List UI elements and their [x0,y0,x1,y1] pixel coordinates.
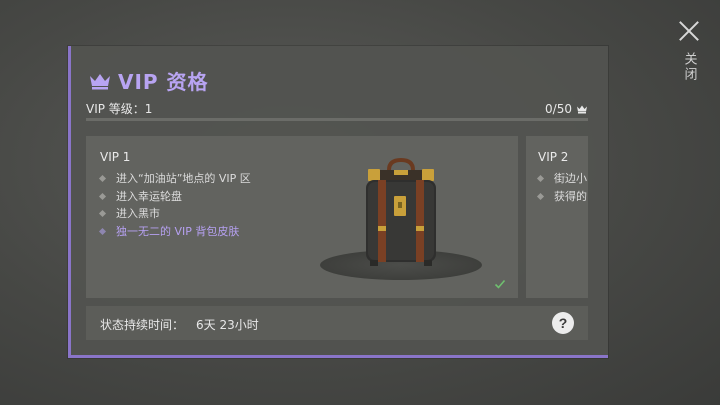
vip-progress-bar [86,118,588,121]
perk-item: 进入“加油站”地点的 VIP 区 [98,170,251,188]
perk-text: 进入幸运轮盘 [116,189,182,203]
close-label[interactable]: 关闭 [680,52,699,82]
perk-text: 独一无二的 VIP 背包皮肤 [116,224,240,238]
vip-level-row: VIP 等级：1 0/50 [86,100,588,117]
status-duration-value: 6天 23小时 [196,318,259,332]
perk-text: 获得的 [554,189,587,203]
perk-text: 街边小 [554,172,587,185]
perk-item: 街边小 [536,170,587,188]
crown-icon [577,105,587,113]
close-icon[interactable] [678,20,700,42]
tier-perk-list: 进入“加油站”地点的 VIP 区 进入幸运轮盘 进入黑市 独一无二的 VIP 背… [98,170,251,241]
vip-level-label: VIP 等级：1 [86,102,153,116]
status-duration: 状态持续时间： 6天 23小时 [100,316,259,333]
bullet-icon [98,210,107,218]
bullet-icon [536,192,545,200]
crown-icon [90,73,110,89]
perk-item: 进入幸运轮盘 [98,188,251,206]
panel-header: VIP 资格 [88,66,209,95]
vip-points-label: 0/50 [545,101,572,116]
bullet-icon [98,192,107,200]
panel-title: VIP 资格 [118,70,209,94]
bullet-icon [98,227,107,235]
perk-item: 获得的 [536,188,587,206]
perk-item-highlight: 独一无二的 VIP 背包皮肤 [98,223,251,241]
vip-tier-card-2[interactable]: VIP 2 街边小 获得的 [526,136,588,298]
vip-points: 0/50 [545,100,588,117]
tier-title: VIP 2 [538,150,569,164]
vip-panel: VIP 资格 VIP 等级：1 0/50 VIP 1 进入“加油站”地点的 VI… [68,46,608,358]
help-icon[interactable]: ? [552,312,574,334]
status-duration-label: 状态持续时间： [100,318,185,332]
status-duration-bar: 状态持续时间： 6天 23小时 ? [86,306,588,340]
tier-title: VIP 1 [100,150,131,164]
bullet-icon [98,175,107,183]
bullet-icon [536,175,545,183]
tier-perk-list: 街边小 获得的 [536,170,587,206]
checkmark-icon [494,279,506,289]
panel-accent-left [68,46,71,358]
perk-text: 进入黑市 [116,207,160,220]
backpack-skin-image [366,158,436,266]
perk-text: 进入“加油站”地点的 VIP 区 [116,172,251,185]
close-button[interactable]: 关闭 [676,20,702,82]
vip-tier-card-1[interactable]: VIP 1 进入“加油站”地点的 VIP 区 进入幸运轮盘 进入黑市 独一无二的… [86,136,518,298]
perk-item: 进入黑市 [98,205,251,223]
panel-accent-bottom [68,355,608,358]
